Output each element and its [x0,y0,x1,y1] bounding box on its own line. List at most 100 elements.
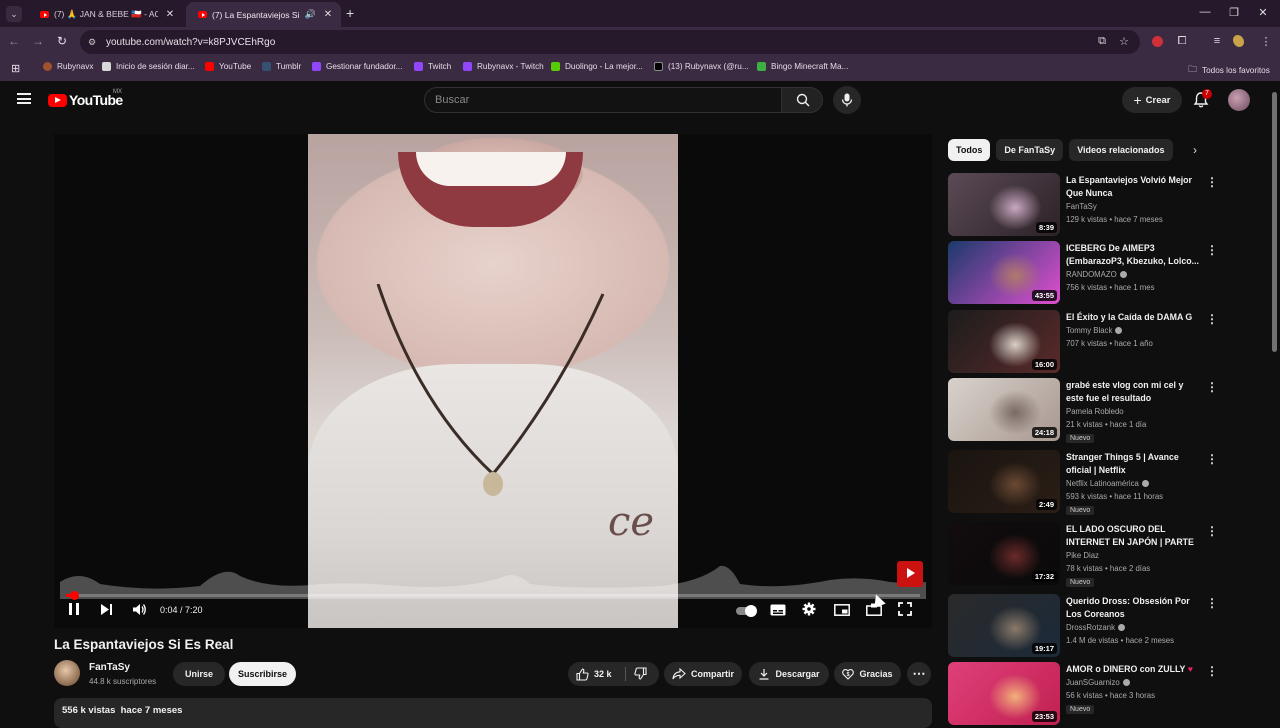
scrubber-handle[interactable] [70,591,79,600]
recommendation-title[interactable]: Querido Dross: Obsesión Por Los Coreanos [1066,595,1201,621]
join-button[interactable]: Unirse [173,662,225,686]
search-input[interactable]: Buscar [424,87,782,113]
youtube-logo[interactable]: YouTube MX [48,89,123,108]
autoplay-toggle[interactable] [736,605,757,617]
recommendation-item[interactable]: 24:18 grabé este vlog con mi cel y este f… [948,378,1218,443]
bookmark-item[interactable]: Gestionar fundador... [312,62,402,71]
like-button[interactable]: 32 k [568,662,659,686]
install-app-icon[interactable]: ⧉ [1095,35,1109,48]
tab-close-icon[interactable]: ✕ [163,9,177,20]
recommendation-channel[interactable]: Pamela Robledo [1066,407,1124,416]
speaker-icon[interactable]: 🔊 [305,9,316,20]
recommendation-title[interactable]: grabé este vlog con mi cel y este fue el… [1066,379,1201,405]
extensions-puzzle-icon[interactable]: ⧠ [1175,35,1189,48]
video-thumbnail[interactable]: 23:53 [948,662,1060,725]
bookmark-star-icon[interactable]: ☆ [1117,35,1131,48]
progress-bar[interactable] [66,594,920,597]
download-button[interactable]: Descargar [749,662,829,686]
description-box[interactable]: 556 k vistas hace 7 meses [54,698,932,728]
recommendation-item[interactable]: 16:00 El Éxito y la Caída de DAMA G Tommy … [948,310,1218,374]
recommendation-title[interactable]: Stranger Things 5 | Avance oficial | Net… [1066,451,1201,477]
pause-button[interactable] [68,602,80,622]
recommendation-title[interactable]: AMOR o DINERO con ZULLY ♥ [1066,663,1201,676]
recommendation-title[interactable]: El Éxito y la Caída de DAMA G [1066,311,1201,324]
recommendation-channel[interactable]: Pike Diaz [1066,551,1099,560]
extension-icon[interactable] [1152,36,1163,47]
volume-button[interactable] [132,602,147,622]
recommendation-channel[interactable]: RANDOMAZO [1066,270,1127,279]
thanks-button[interactable]: $ Gracias [834,662,901,686]
recommendation-title[interactable]: ICEBERG De AIMEP3 (EmbarazoP3, Kbezuko, … [1066,242,1201,268]
video-player[interactable]: ce 0:04 / 7:20 [54,134,932,628]
recommendation-item[interactable]: 43:55 ICEBERG De AIMEP3 (EmbarazoP3, Kbez… [948,241,1218,305]
thumbs-down-icon[interactable] [634,667,647,680]
bookmark-item[interactable]: Inicio de sesión diar... [102,62,195,71]
recommendation-title[interactable]: La Espantaviejos Volvió Mejor Que Nunca [1066,174,1201,200]
subtitles-button[interactable] [770,602,786,622]
channel-name[interactable]: FanTaSy [89,662,130,673]
bookmark-item[interactable]: Tumblr [262,62,301,71]
bookmark-item[interactable]: Rubynavx [43,62,93,71]
settings-button[interactable] [802,602,816,622]
close-window-icon[interactable]: ✕ [1253,6,1273,19]
video-thumbnail[interactable]: 43:55 [948,241,1060,304]
minimize-icon[interactable]: — [1195,6,1215,18]
recommendation-channel[interactable]: Netflix Latinoamérica [1066,479,1149,488]
more-vert-icon[interactable]: ⋮ [1206,312,1218,326]
video-thumbnail[interactable]: 24:18 [948,378,1060,441]
chip-todos[interactable]: Todos [948,139,991,161]
reading-list-icon[interactable]: ≡ [1210,35,1224,47]
account-avatar[interactable] [1228,89,1250,111]
browser-tab-1[interactable]: (7) 🙏 JAN & BEBE 🇨🇱 - ACUMU ✕ [28,2,183,27]
tab-search-button[interactable]: ⌄ [6,6,22,22]
browser-tab-2-active[interactable]: (7) La Espantaviejos Si Es Re 🔊 ✕ [186,2,341,27]
video-thumbnail[interactable]: 8:39 [948,173,1060,236]
restore-icon[interactable]: ❐ [1224,6,1244,19]
new-tab-icon[interactable]: + [346,5,354,21]
more-vert-icon[interactable]: ⋮ [1206,175,1218,189]
profile-icon[interactable] [1233,35,1244,47]
recommendation-item[interactable]: 17:32 EL LADO OSCURO DEL INTERNET EN JAPÓ… [948,522,1218,587]
recommendation-item[interactable]: 23:53 AMOR o DINERO con ZULLY ♥ JuanSGuarn… [948,662,1218,726]
miniplayer-button[interactable] [834,602,850,622]
bookmark-item[interactable]: YouTube [205,62,251,71]
bookmark-item[interactable]: (13) Rubynavx (@ru... [654,62,749,71]
tab-close-icon[interactable]: ✕ [321,9,335,20]
voice-search-button[interactable] [833,86,861,114]
subscribe-button[interactable]: Suscribirse [229,662,296,686]
browser-menu-icon[interactable]: ⋮ [1259,35,1273,48]
recommendation-title[interactable]: EL LADO OSCURO DEL INTERNET EN JAPÓN | P… [1066,523,1201,550]
chip-de-fantasy[interactable]: De FanTaSy [996,139,1064,161]
search-button[interactable] [781,87,823,113]
video-thumbnail[interactable]: 2:49 [948,450,1060,513]
reload-icon[interactable]: ↻ [54,34,70,48]
more-vert-icon[interactable]: ⋮ [1206,380,1218,394]
fullscreen-button[interactable] [898,602,912,622]
create-button[interactable]: + Crear [1122,87,1182,113]
all-bookmarks-folder[interactable]: 🗀 Todos los favoritos [1188,62,1270,78]
forward-icon[interactable]: → [30,34,46,48]
recommendation-channel[interactable]: Tommy Black [1066,326,1123,335]
address-bar[interactable]: ⚙ youtube.com/watch?v=k8PJVCEhRgo [80,30,1140,54]
bookmark-item[interactable]: Rubynavx - Twitch [463,62,544,71]
more-actions-button[interactable]: ⋯ [907,662,931,686]
chevron-right-icon[interactable]: › [1193,143,1197,157]
video-thumbnail[interactable]: 19:17 [948,594,1060,657]
page-scrollbar[interactable] [1272,92,1277,352]
more-vert-icon[interactable]: ⋮ [1206,596,1218,610]
bookmark-item[interactable]: Bingo Minecraft Ma... [757,62,848,71]
recommendation-channel[interactable]: JuanSGuarnizo [1066,678,1130,687]
bookmark-item[interactable]: Twitch [414,62,451,71]
recommendation-channel[interactable]: FanTaSy [1066,202,1097,211]
channel-avatar[interactable] [54,660,80,686]
apps-icon[interactable]: ⊞ [11,62,20,75]
share-button[interactable]: Compartir [664,662,742,686]
site-info-icon[interactable]: ⚙ [88,37,98,47]
recommendation-channel[interactable]: DrossRotzank [1066,623,1125,632]
more-vert-icon[interactable]: ⋮ [1206,243,1218,257]
video-thumbnail[interactable]: 17:32 [948,522,1060,585]
channel-watermark-icon[interactable] [897,561,923,587]
back-icon[interactable]: ← [6,34,22,48]
bookmark-item[interactable]: Duolingo - La mejor... [551,62,643,71]
chip-videos-relacionados[interactable]: Videos relacionados [1069,139,1173,161]
